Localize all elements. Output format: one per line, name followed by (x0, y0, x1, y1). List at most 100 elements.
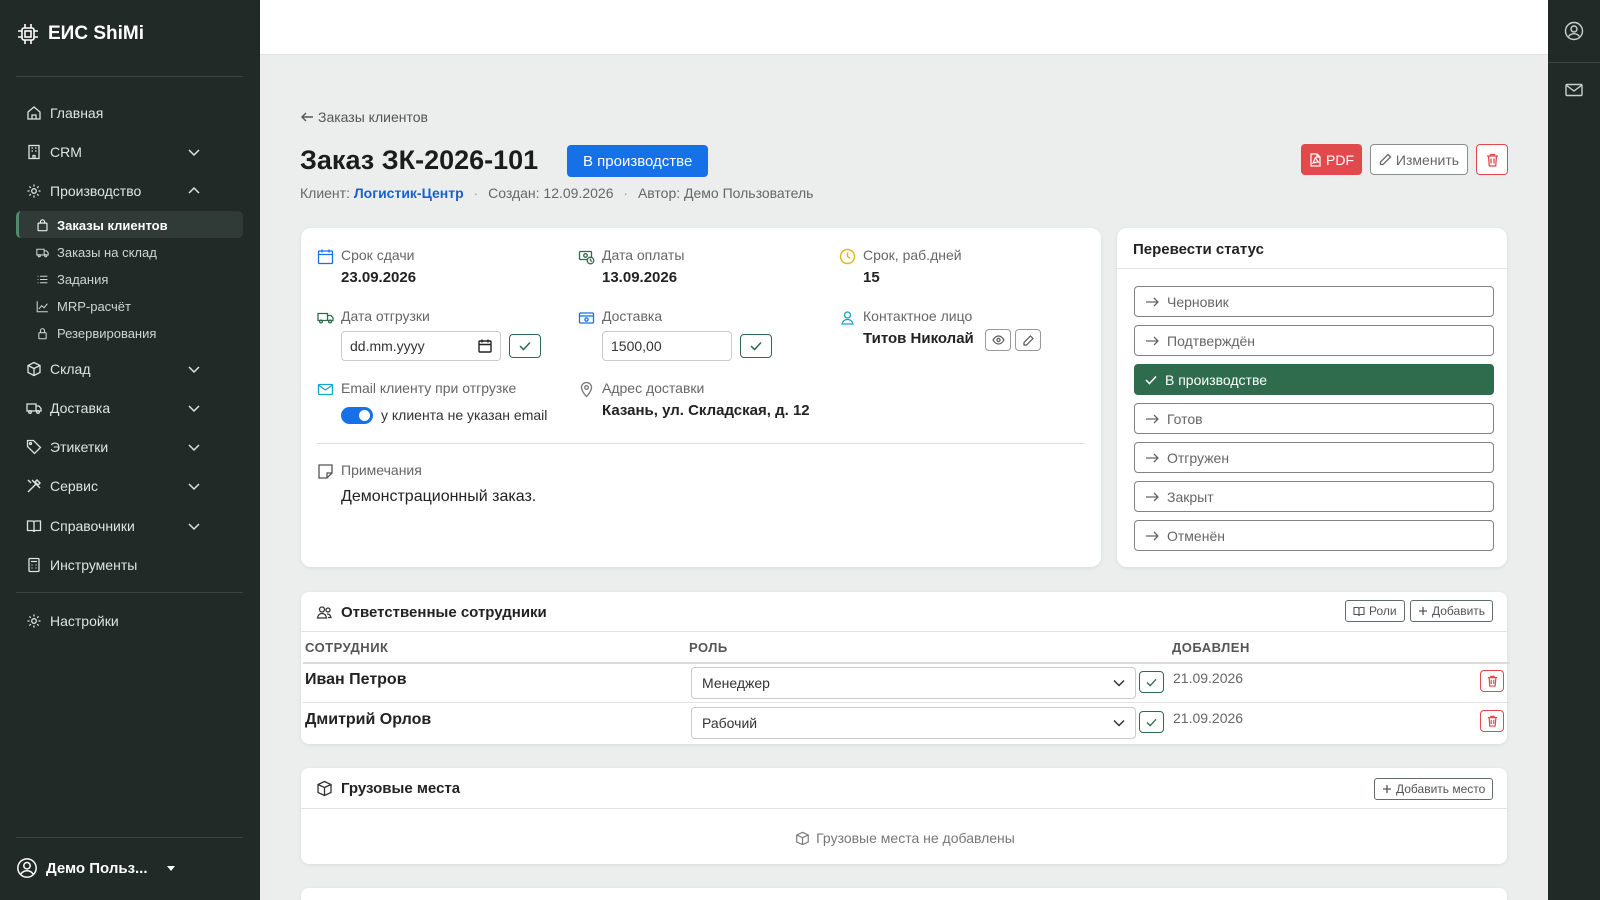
sidebar-item-warehouse[interactable]: Склад (26, 357, 202, 381)
status-option-shipped[interactable]: Отгружен (1134, 442, 1494, 473)
sidebar-item-labels[interactable]: Этикетки (26, 435, 202, 459)
status-badge: В производстве (567, 145, 709, 177)
status-option-draft[interactable]: Черновик (1134, 286, 1494, 317)
payment-date-label: Дата оплаты (602, 247, 685, 263)
sidebar-item-references[interactable]: Справочники (26, 514, 202, 538)
tag-icon (26, 439, 42, 455)
chevron-down-icon (188, 405, 200, 413)
remove-staff-button[interactable] (1480, 710, 1504, 732)
check-icon (1145, 375, 1157, 385)
cargo-empty-state: Грузовые места не добавлены (300, 830, 1510, 846)
delete-button[interactable] (1476, 144, 1508, 175)
chart-line-icon (36, 300, 48, 312)
book-icon (1353, 606, 1365, 616)
save-role-button[interactable] (1139, 671, 1164, 693)
sidebar-item-production[interactable]: Производство (26, 179, 202, 203)
lock-icon (38, 327, 47, 339)
sidebar-subitem-mrp[interactable]: MRP-расчёт (36, 295, 236, 317)
notes-field: Примечания Демонстрационный заказ. (318, 462, 536, 506)
working-days-field: Срок, раб.дней 15 (839, 247, 962, 286)
cargo-empty-text: Грузовые места не добавлены (816, 830, 1015, 846)
back-link[interactable]: Заказы клиентов (300, 109, 428, 125)
sidebar-item-settings[interactable]: Настройки (26, 609, 202, 633)
divider (301, 631, 1507, 632)
add-cargo-button[interactable]: Добавить место (1374, 778, 1494, 800)
user-icon[interactable] (1564, 21, 1584, 41)
arrow-right-icon (1146, 453, 1159, 462)
trash-icon (1487, 715, 1497, 727)
pdf-button-label: PDF (1326, 151, 1354, 168)
edit-contact-button[interactable] (1015, 329, 1041, 351)
remove-staff-button[interactable] (1480, 670, 1504, 692)
add-cargo-button-label: Добавить место (1396, 782, 1486, 796)
pencil-icon (1379, 153, 1392, 166)
roles-button[interactable]: Роли (1345, 600, 1405, 622)
chevron-down-icon (188, 366, 200, 374)
calendar-icon[interactable] (478, 339, 492, 353)
user-menu[interactable]: Демо Польз... (16, 857, 176, 879)
sidebar-item-crm[interactable]: CRM (26, 140, 202, 164)
status-option-ready[interactable]: Готов (1134, 403, 1494, 434)
divider (16, 592, 243, 593)
location-icon (580, 381, 593, 398)
due-date-label: Срок сдачи (341, 247, 415, 263)
pencil-icon (1022, 334, 1034, 346)
role-select[interactable]: Рабочий (691, 707, 1136, 739)
sidebar-item-delivery[interactable]: Доставка (26, 396, 202, 420)
status-option-confirmed[interactable]: Подтверждён (1134, 325, 1494, 356)
status-option-cancelled[interactable]: Отменён (1134, 520, 1494, 551)
email-toggle[interactable] (341, 407, 373, 424)
building-icon (28, 144, 40, 160)
sidebar-subitem-reservations[interactable]: Резервирования (36, 322, 236, 344)
created-date: Создан: 12.09.2026 (488, 185, 614, 201)
added-date: 21.09.2026 (1173, 670, 1244, 686)
delivery-cost-input[interactable]: 1500,00 (602, 331, 732, 361)
note-icon (318, 464, 333, 479)
brand[interactable]: ЕИС ShiMi (16, 22, 144, 46)
sidebar-item-home[interactable]: Главная (26, 101, 202, 125)
column-header-role: РОЛЬ (689, 640, 728, 655)
notes-label: Примечания (341, 462, 422, 478)
confirm-delivery-button[interactable] (740, 334, 772, 358)
pdf-button[interactable]: PDF (1301, 144, 1362, 175)
arrow-right-icon (1146, 297, 1159, 306)
chevron-down-icon (1113, 719, 1125, 727)
email-field: Email клиенту при отгрузке (317, 380, 516, 396)
sidebar-subitem-stock-orders[interactable]: Заказы на склад (36, 241, 236, 263)
role-select[interactable]: Менеджер (691, 667, 1136, 699)
address-label: Адрес доставки (602, 380, 705, 396)
gear-icon (27, 184, 41, 198)
client-link[interactable]: Логистик-Центр (354, 185, 464, 201)
employee-name: Дмитрий Орлов (305, 711, 432, 728)
ship-date-input[interactable]: dd.mm.yyyy (341, 331, 501, 361)
edit-button[interactable]: Изменить (1370, 144, 1468, 175)
mail-icon[interactable] (1564, 80, 1584, 100)
delivery-cost-value: 1500,00 (611, 338, 662, 354)
status-option-in-production[interactable]: В производстве (1134, 364, 1494, 395)
sidebar-item-service[interactable]: Сервис (26, 474, 202, 498)
arrow-right-icon (1146, 414, 1159, 423)
chip-icon (18, 24, 38, 44)
user-circle-icon (17, 858, 37, 878)
arrow-right-icon (1146, 492, 1159, 501)
chevron-down-icon (188, 483, 200, 491)
sidebar-subitem-customer-orders[interactable]: Заказы клиентов (36, 214, 236, 236)
book-icon (26, 520, 42, 533)
view-contact-button[interactable] (985, 329, 1011, 351)
sidebar-subitem-label: Задания (57, 271, 109, 287)
add-staff-button[interactable]: Добавить (1410, 600, 1494, 622)
brand-name: ЕИС ShiMi (48, 23, 144, 44)
check-icon (519, 341, 531, 351)
role-select-value: Менеджер (702, 675, 770, 691)
caret-down-icon (166, 866, 175, 871)
address-value: Казань, ул. Складская, д. 12 (602, 402, 810, 419)
confirm-ship-date-button[interactable] (509, 334, 541, 358)
status-option-closed[interactable]: Закрыт (1134, 481, 1494, 512)
sidebar-item-tools[interactable]: Инструменты (26, 553, 202, 577)
list-icon (37, 275, 48, 283)
status-card (1117, 228, 1507, 567)
trash-icon (1486, 153, 1498, 167)
sidebar-subitem-tasks[interactable]: Задания (36, 268, 236, 290)
save-role-button[interactable] (1139, 711, 1164, 733)
delivery-field: Доставка (578, 308, 662, 324)
